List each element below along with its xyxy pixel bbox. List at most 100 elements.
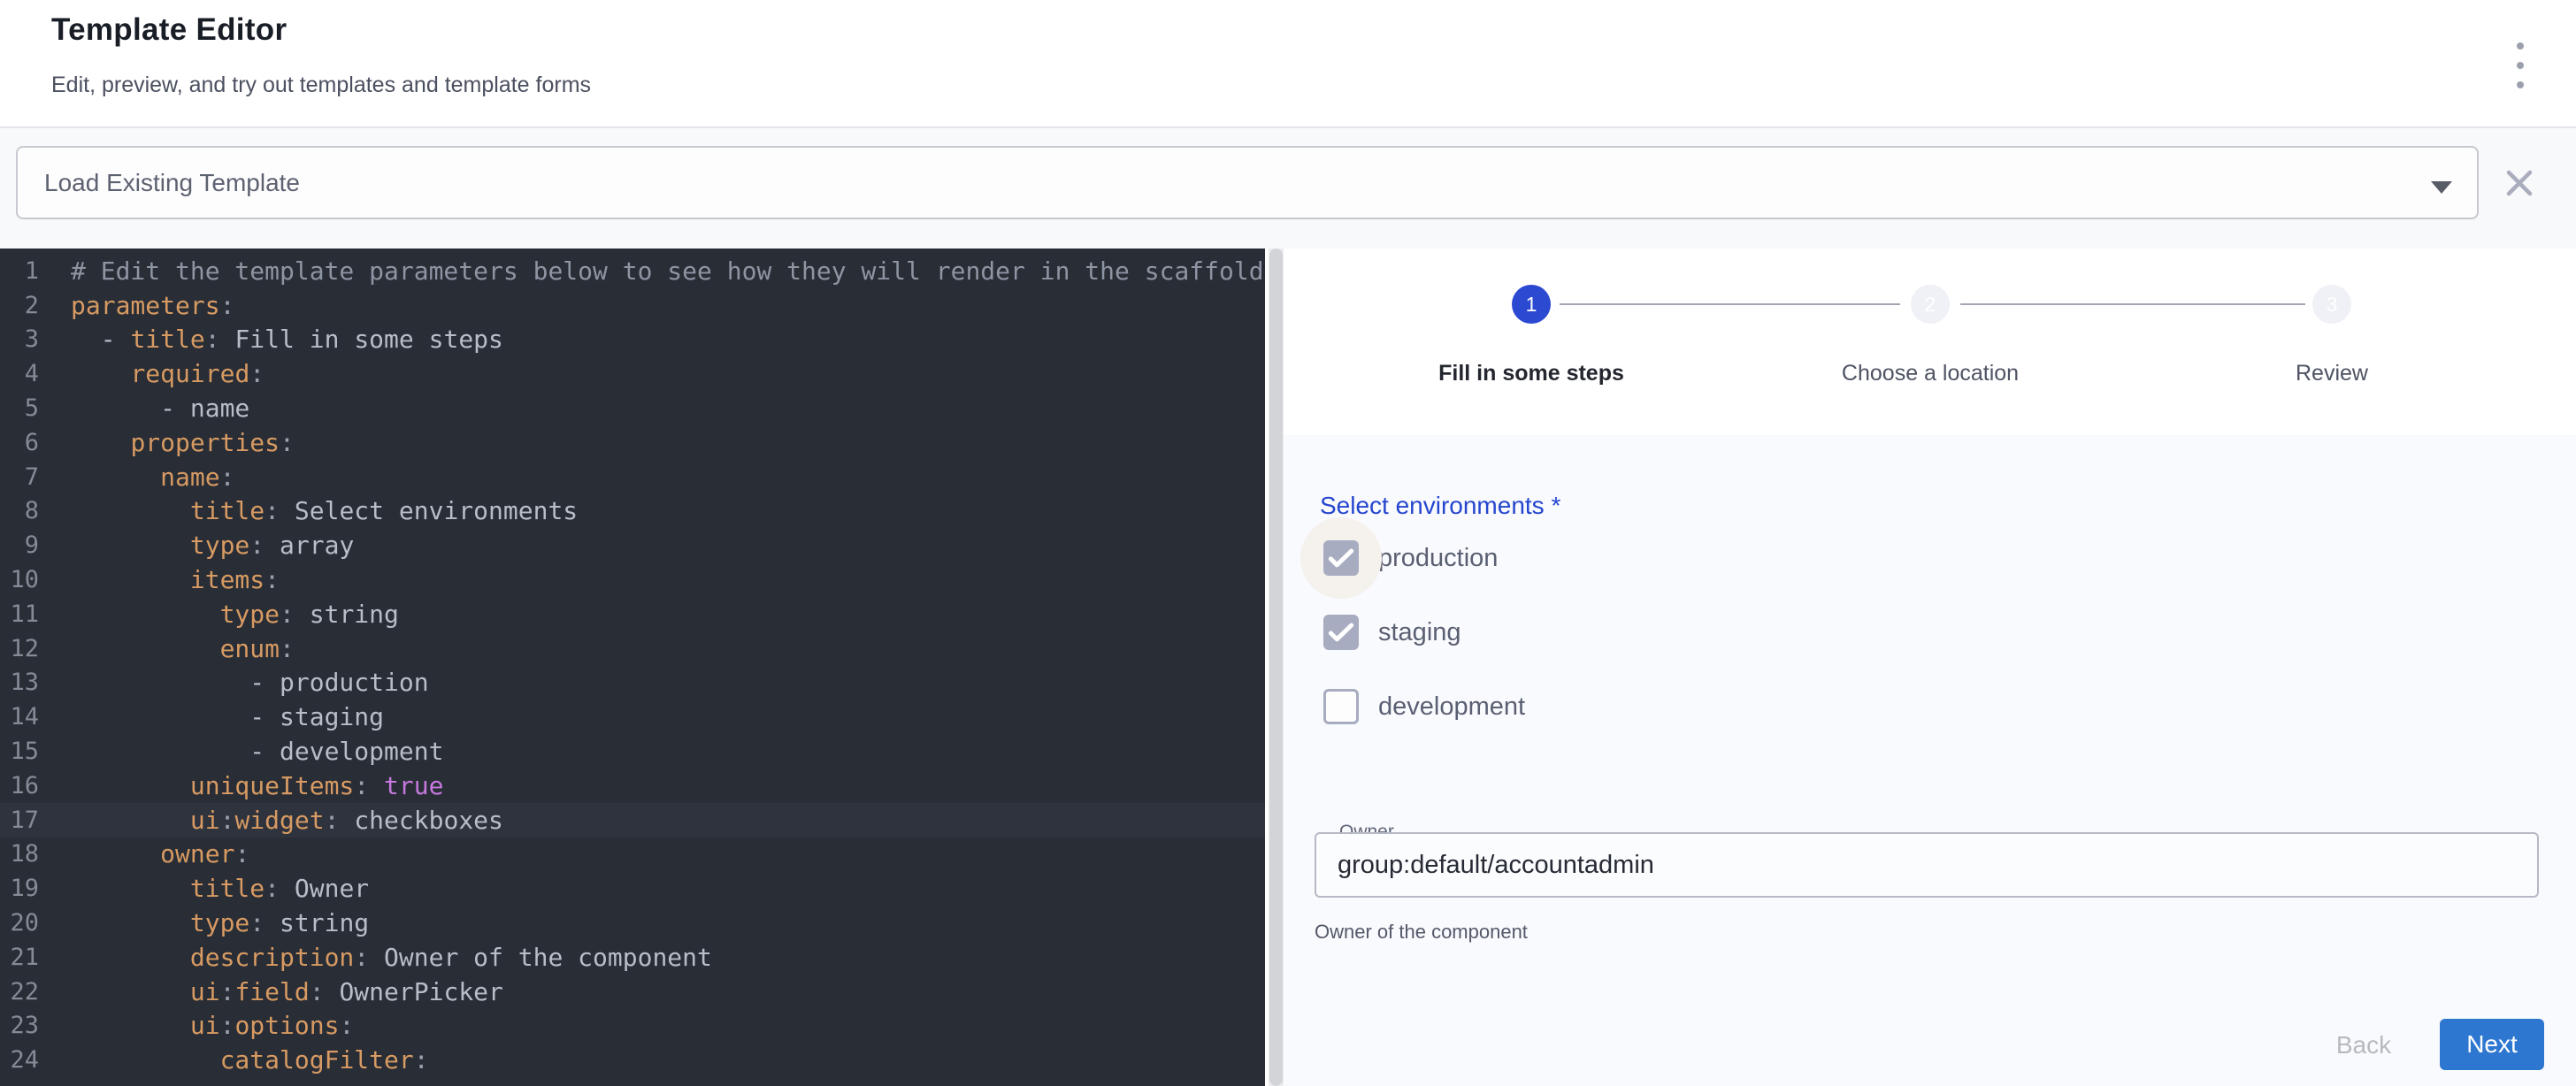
code-text: properties:: [71, 428, 295, 457]
more-options-kebab-icon[interactable]: [2509, 42, 2532, 88]
code-line[interactable]: 2 parameters:: [0, 288, 1265, 323]
line-number: 2: [0, 292, 39, 319]
step-connector: [1960, 303, 2305, 305]
line-number: 4: [0, 360, 39, 387]
back-button[interactable]: Back: [2311, 1024, 2417, 1067]
code-text: name:: [71, 463, 234, 492]
code-text: parameters:: [71, 291, 234, 320]
checkbox-option-development[interactable]: development: [1323, 689, 1525, 724]
line-number: 18: [0, 840, 39, 868]
main-content: 1 # Edit the template parameters below to…: [0, 249, 2576, 1086]
code-line[interactable]: 22 ui:field: OwnerPicker: [0, 975, 1265, 1009]
step-circle-2: 2: [1911, 285, 1950, 324]
code-line[interactable]: 4 required:: [0, 356, 1265, 391]
code-line[interactable]: 8 title: Select environments: [0, 494, 1265, 529]
close-icon[interactable]: [2502, 165, 2537, 201]
code-text: title: Select environments: [71, 496, 578, 525]
code-text: items:: [71, 565, 280, 594]
editor-scrollbar[interactable]: [1269, 249, 1284, 1086]
owner-input[interactable]: group:default/accountadmin: [1315, 832, 2539, 898]
line-number: 9: [0, 532, 39, 559]
code-line[interactable]: 1 # Edit the template parameters below to…: [0, 254, 1265, 288]
chevron-down-icon: [2431, 181, 2452, 194]
wizard-panel: 1 2 3 Fill in some steps Choose a locati…: [1284, 249, 2576, 1086]
code-editor[interactable]: 1 # Edit the template parameters below to…: [0, 249, 1265, 1086]
code-line[interactable]: 21 description: Owner of the component: [0, 940, 1265, 975]
stepper: 1 2 3 Fill in some steps Choose a locati…: [1284, 249, 2576, 435]
code-line[interactable]: 24 catalogFilter:: [0, 1043, 1265, 1077]
code-text: ui:field: OwnerPicker: [71, 977, 503, 1006]
step-label-fill-in-some-steps: Fill in some steps: [1438, 361, 1624, 386]
load-existing-template-select[interactable]: Load Existing Template: [16, 146, 2479, 219]
checkbox-label[interactable]: development: [1378, 692, 1525, 722]
code-line[interactable]: 13 - production: [0, 666, 1265, 700]
code-line[interactable]: 10 items:: [0, 562, 1265, 597]
step-form: Select environments * production staging d…: [1284, 435, 2576, 1086]
code-text: # Edit the template parameters below to …: [71, 256, 1265, 286]
template-selector-bar: Load Existing Template: [0, 128, 2576, 249]
page-title: Template Editor: [51, 12, 287, 48]
checkbox-label[interactable]: staging: [1378, 618, 1461, 647]
code-text: uniqueItems: true: [71, 771, 443, 800]
line-number: 1: [0, 257, 39, 285]
step-connector: [1560, 303, 1900, 305]
code-line[interactable]: 18 owner:: [0, 837, 1265, 872]
code-line[interactable]: 16 uniqueItems: true: [0, 769, 1265, 803]
code-line[interactable]: 5 - name: [0, 391, 1265, 425]
next-button[interactable]: Next: [2440, 1019, 2544, 1070]
code-text: type: string: [71, 600, 399, 629]
code-line[interactable]: 6 properties:: [0, 425, 1265, 460]
select-placeholder: Load Existing Template: [44, 169, 300, 197]
line-number: 23: [0, 1012, 39, 1039]
line-number: 3: [0, 325, 39, 353]
checkbox-checked-icon[interactable]: [1323, 540, 1359, 576]
code-line[interactable]: 17 ui:widget: checkboxes: [0, 803, 1265, 837]
code-text: description: Owner of the component: [71, 943, 712, 972]
code-text: ui:options:: [71, 1011, 354, 1040]
line-number: 5: [0, 394, 39, 422]
owner-input-value: group:default/accountadmin: [1338, 851, 1654, 880]
code-text: required:: [71, 359, 264, 388]
scrollbar-thumb[interactable]: [1269, 249, 1283, 1086]
code-line[interactable]: 23 ui:options:: [0, 1009, 1265, 1044]
code-text: title: Owner: [71, 874, 369, 903]
line-number: 21: [0, 944, 39, 971]
step-label-choose-a-location: Choose a location: [1842, 361, 2019, 386]
required-asterisk: *: [1551, 492, 1560, 519]
code-text: owner:: [71, 839, 249, 868]
code-line[interactable]: 7 name:: [0, 460, 1265, 494]
line-number: 16: [0, 772, 39, 799]
owner-helper-text: Owner of the component: [1315, 921, 1528, 944]
checkbox-option-production[interactable]: production: [1323, 540, 1498, 576]
code-lines: 1 # Edit the template parameters below to…: [0, 254, 1265, 1077]
page-subtitle: Edit, preview, and try out templates and…: [51, 73, 591, 98]
line-number: 12: [0, 635, 39, 662]
line-number: 14: [0, 703, 39, 730]
code-text: - title: Fill in some steps: [71, 325, 503, 354]
code-text: - name: [71, 394, 249, 423]
code-line[interactable]: 11 type: string: [0, 597, 1265, 631]
step-circle-3: 3: [2312, 285, 2351, 324]
line-number: 19: [0, 875, 39, 902]
line-number: 8: [0, 497, 39, 524]
checkbox-option-staging[interactable]: staging: [1323, 615, 1461, 650]
code-text: ui:widget: checkboxes: [71, 806, 503, 835]
code-line[interactable]: 19 title: Owner: [0, 871, 1265, 906]
step-label-review: Review: [2296, 361, 2368, 386]
code-text: catalogFilter:: [71, 1045, 429, 1075]
checkbox-label[interactable]: production: [1378, 544, 1498, 573]
code-line[interactable]: 9 type: array: [0, 528, 1265, 562]
code-line[interactable]: 20 type: string: [0, 906, 1265, 940]
step-circle-1: 1: [1512, 285, 1551, 324]
environments-field-label: Select environments *: [1320, 492, 1560, 520]
code-line[interactable]: 15 - development: [0, 734, 1265, 769]
line-number: 13: [0, 669, 39, 696]
code-line[interactable]: 12 enum:: [0, 631, 1265, 666]
checkbox-unchecked-icon[interactable]: [1323, 689, 1359, 724]
code-line[interactable]: 14 - staging: [0, 700, 1265, 734]
code-text: - development: [71, 737, 443, 766]
checkbox-checked-icon[interactable]: [1323, 615, 1359, 650]
line-number: 6: [0, 429, 39, 456]
code-text: type: array: [71, 531, 354, 560]
code-line[interactable]: 3 - title: Fill in some steps: [0, 323, 1265, 357]
